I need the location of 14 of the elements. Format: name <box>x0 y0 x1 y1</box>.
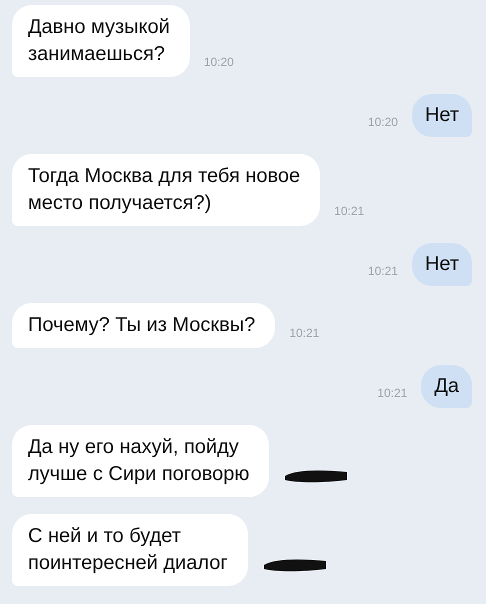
message-time: 10:21 <box>368 264 398 278</box>
message-bubble: Нет <box>412 94 472 137</box>
message-bubble: Почему? Ты из Москвы? <box>12 303 276 348</box>
message-time: 10:21 <box>289 326 320 340</box>
message-time: 10:20 <box>368 115 398 129</box>
message-bubble: С ней и то будет поинтересней диалог <box>12 514 248 586</box>
message-bubble: Да ну его нахуй, пойду лучше с Сири поговорю <box>12 425 270 497</box>
message-time: 10:21 <box>377 386 408 400</box>
message-bubble: Нет <box>412 243 472 286</box>
message-bubble: Тогда Москва для тебя новое место получается?) <box>12 154 320 226</box>
message-bubble: Да <box>421 365 472 408</box>
message-bubble: Давно музыкой занимаешься? <box>12 5 190 77</box>
message-time: 10:20 <box>204 55 234 69</box>
message-time: 10:21 <box>334 204 364 218</box>
